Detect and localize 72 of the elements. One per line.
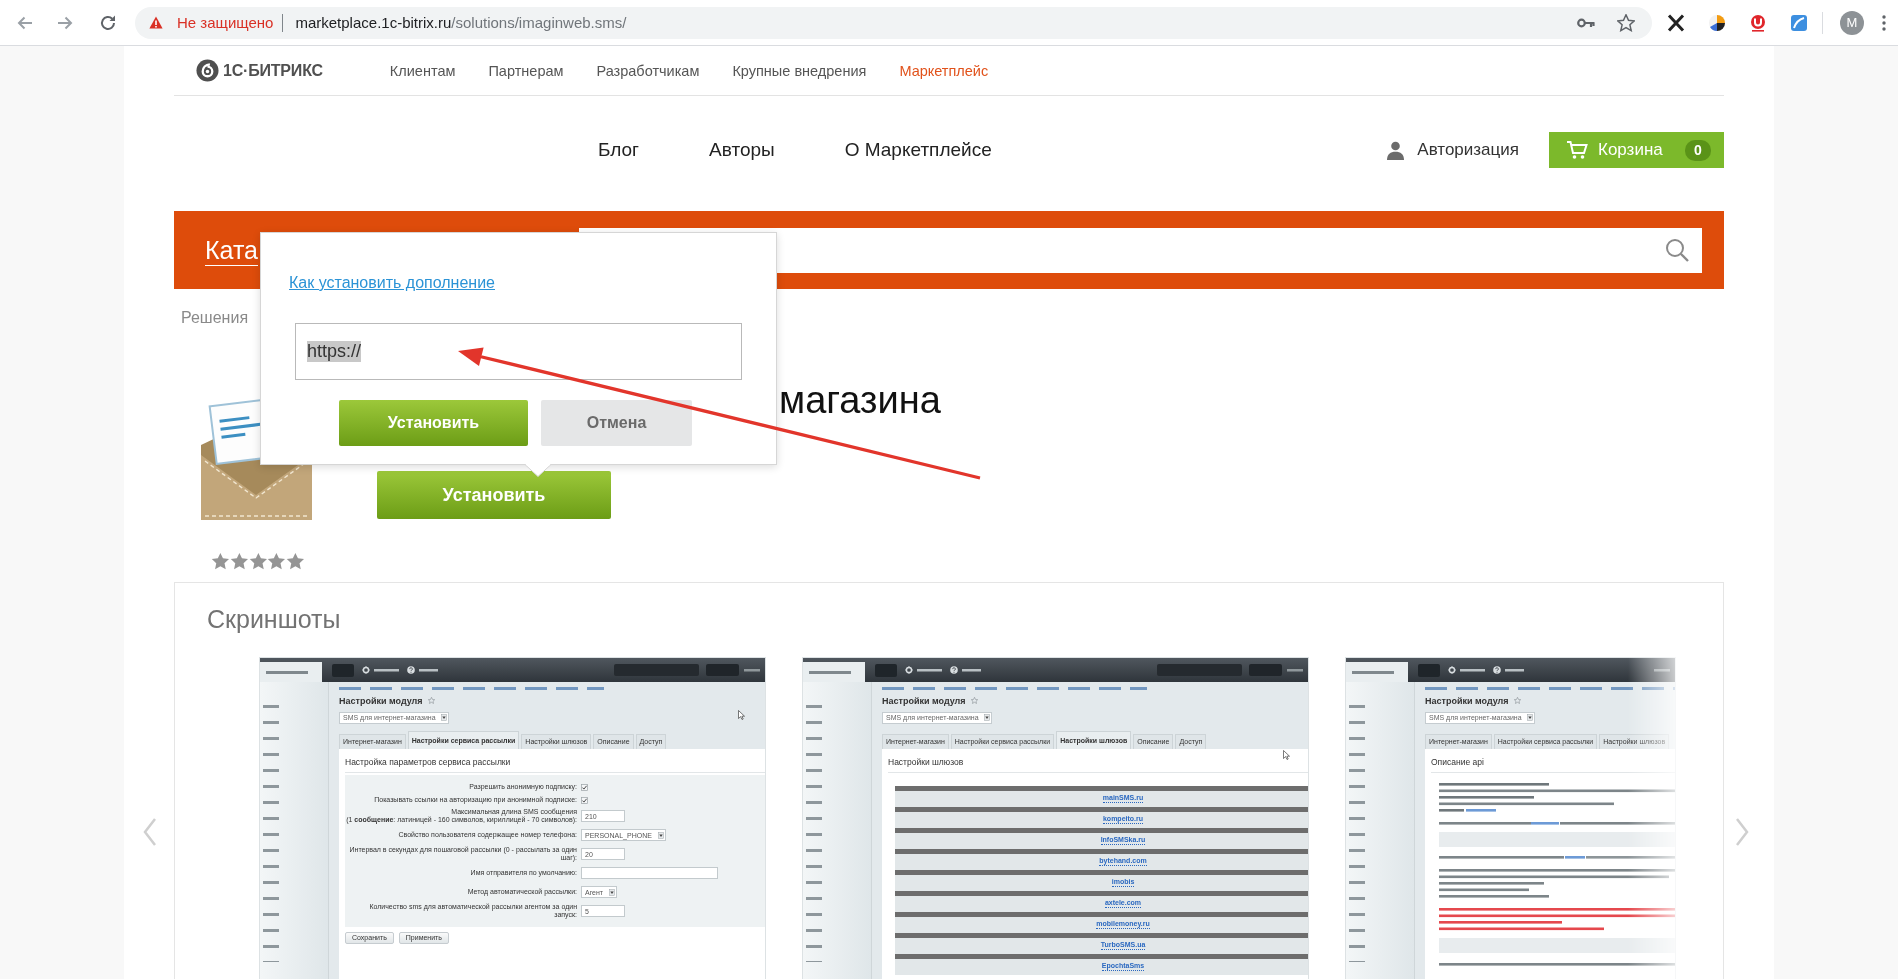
star-icon	[1513, 697, 1521, 705]
star-icon	[427, 697, 435, 705]
security-label: Не защищено	[177, 14, 274, 31]
rounded-tile-icon[interactable]	[1790, 13, 1808, 32]
page-title: Настройки модуля	[1425, 695, 1509, 706]
help-icon	[1493, 665, 1501, 674]
logo-text[interactable]: 1С·БИТРИКС	[223, 61, 323, 80]
star-icon	[267, 552, 287, 571]
nav-link[interactable]: Разработчикам	[596, 62, 700, 79]
url-text: marketplace.1c-bitrix.ru/solutions/imaginweb.sms/	[295, 14, 627, 31]
caret-icon	[983, 714, 990, 722]
gear-icon	[905, 665, 913, 674]
cart-button[interactable]: Корзина 0	[1549, 132, 1724, 168]
reload-icon[interactable]	[99, 13, 117, 32]
cursor-icon	[738, 709, 745, 720]
admin-tab	[260, 661, 322, 682]
help-icon	[950, 665, 958, 674]
caret-icon	[1526, 714, 1533, 722]
page-title: Настройки модуля	[339, 695, 423, 706]
nav-link[interactable]: Крупные внедрения	[732, 62, 867, 79]
nav-link[interactable]: Клиентам	[389, 62, 456, 79]
text-field[interactable]	[581, 867, 718, 880]
star-icon	[211, 552, 230, 571]
screenshot-thumbnail[interactable]	[259, 656, 766, 979]
help-icon	[407, 665, 415, 674]
toolbar-button	[875, 663, 897, 677]
caret-icon	[609, 888, 616, 896]
catalog-link[interactable]: Ката	[205, 234, 258, 266]
x-mark-icon[interactable]	[1667, 13, 1685, 32]
login-link[interactable]: Авторизация	[1386, 140, 1519, 160]
page-title: Настройки модуля	[882, 695, 966, 706]
gear-icon	[1448, 665, 1456, 674]
checkbox[interactable]	[581, 783, 588, 791]
key-icon[interactable]	[1577, 17, 1595, 28]
address-bar[interactable]: Не защищено marketplace.1c-bitrix.ru/solutions/imaginweb.sms/	[135, 6, 1652, 39]
toolbar-button	[706, 663, 739, 676]
star-icon	[970, 697, 978, 705]
cursor-icon	[1283, 749, 1290, 760]
toolbar-button	[1418, 663, 1440, 677]
color-wheel-icon[interactable]	[1708, 13, 1726, 32]
panel-heading: Настройки шлюзов	[888, 756, 965, 767]
nav-link[interactable]: Блог	[598, 139, 640, 161]
screenshot-thumbnail[interactable]	[802, 656, 1309, 979]
admin-tab	[1346, 661, 1408, 682]
panel-heading: Описание api	[1431, 756, 1485, 767]
cart-count-badge: 0	[1685, 139, 1711, 161]
bookmark-star-icon[interactable]	[1617, 13, 1635, 32]
star-icon	[286, 552, 305, 571]
admin-tab	[803, 661, 865, 682]
panel-heading: Настройка параметров сервиса рассылки	[345, 756, 512, 767]
star-icon	[248, 552, 268, 571]
cart-icon	[1566, 140, 1588, 160]
circle-logo-icon[interactable]	[1749, 13, 1767, 32]
menu-icon[interactable]	[1882, 14, 1886, 31]
warning-icon	[149, 16, 163, 29]
gear-icon	[362, 665, 370, 674]
search-icon[interactable]	[1665, 238, 1689, 262]
logo-mark-icon[interactable]	[196, 59, 219, 82]
product-title: магазина	[779, 378, 941, 423]
toolbar-button	[332, 663, 354, 677]
nav-link[interactable]: Авторы	[709, 139, 775, 161]
section-title: Скриншоты	[207, 603, 342, 634]
nav-link[interactable]: Маркетплейс	[899, 62, 989, 79]
checkbox[interactable]	[581, 796, 588, 804]
caret-icon	[440, 714, 447, 722]
nav-link[interactable]: О Маркетплейсе	[844, 139, 992, 161]
cancel-button[interactable]: Отмена	[541, 400, 692, 446]
nav-link[interactable]: Партнерам	[488, 62, 564, 79]
caret-icon	[657, 831, 664, 839]
star-icon	[229, 552, 249, 571]
person-icon	[1386, 140, 1406, 160]
toolbar-button	[1249, 663, 1282, 676]
